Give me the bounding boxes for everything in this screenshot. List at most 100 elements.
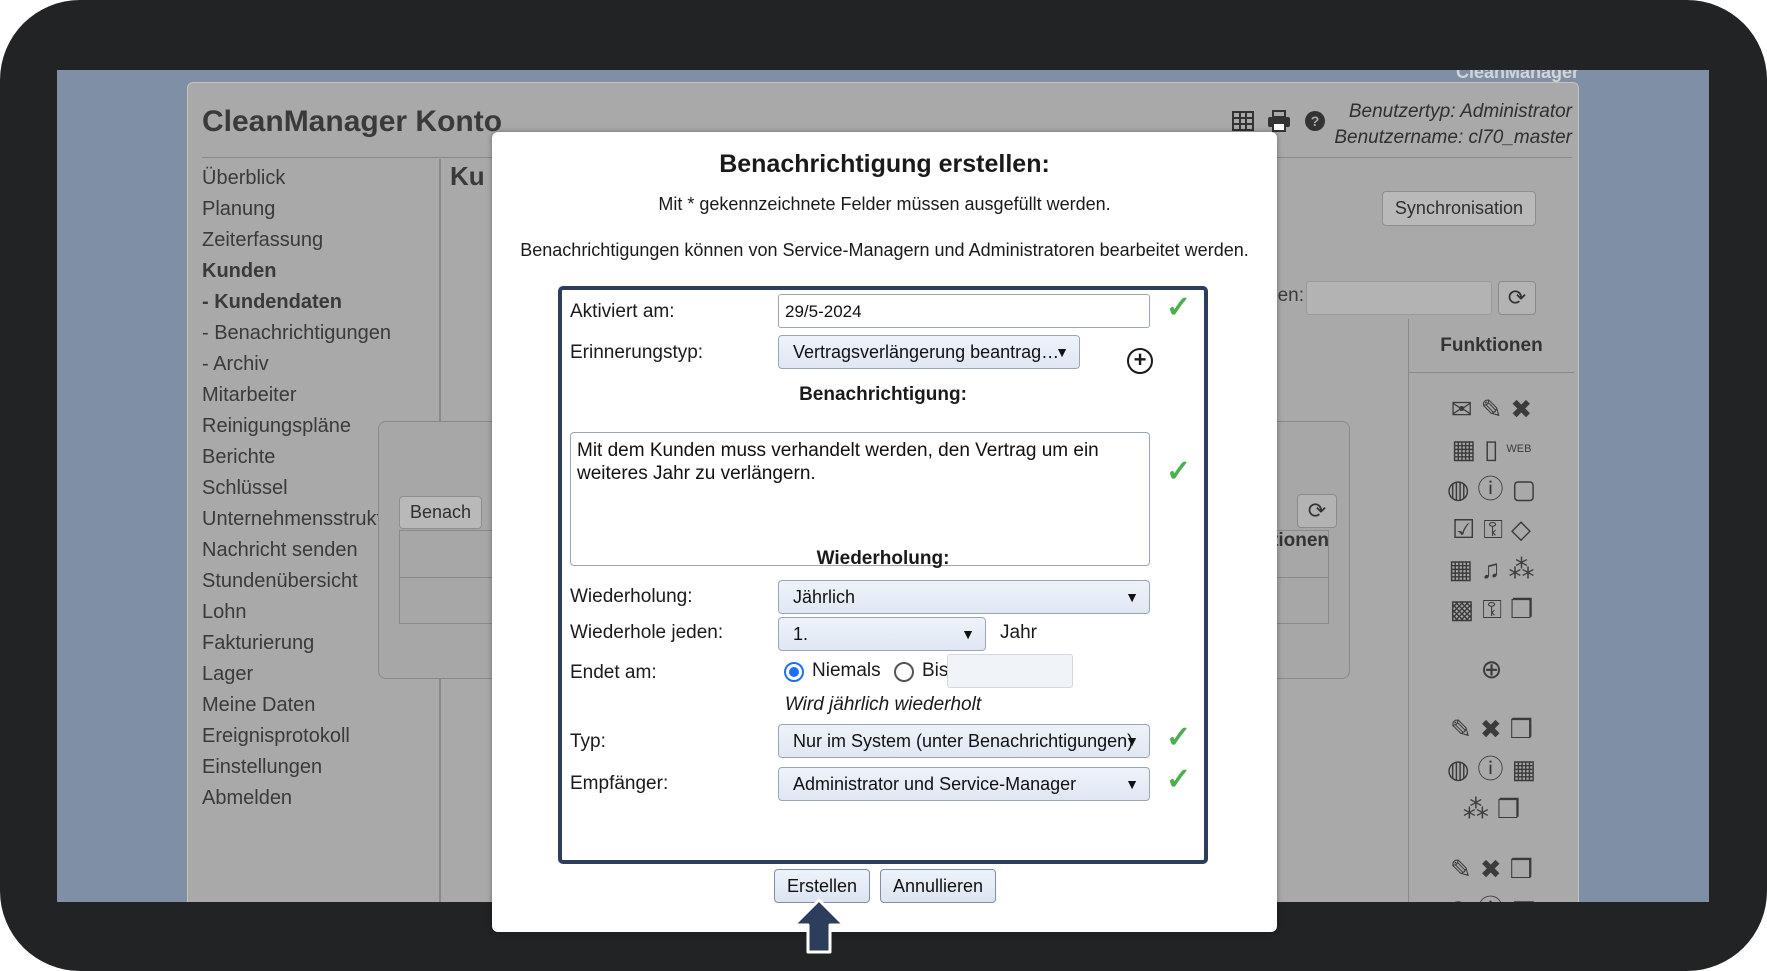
svg-text:?: ?: [1311, 113, 1320, 129]
ends-until-radio[interactable]: [894, 662, 914, 682]
activated-date-input[interactable]: 29/5-2024: [778, 294, 1150, 328]
dialog-title: Benachrichtigung erstellen:: [719, 150, 1050, 178]
clipboard-icon[interactable]: ☑: [1452, 509, 1475, 549]
edit-icon[interactable]: ✎: [1450, 849, 1472, 889]
nav-item[interactable]: - Kundendaten: [202, 287, 400, 318]
cancel-button[interactable]: Annullieren: [880, 869, 997, 903]
valid-check-icon: ✓: [1166, 291, 1192, 324]
function-icons-row: ✎ ✖ ❒: [1409, 849, 1574, 889]
nav-item[interactable]: Reinigungspläne: [202, 411, 400, 442]
section-title-partial: Ku: [450, 161, 485, 191]
map-icon[interactable]: ◇: [1511, 509, 1531, 549]
note-icon[interactable]: ▢: [1512, 469, 1537, 509]
repeat-label: Wiederholung:: [570, 586, 693, 607]
hierarchy-icon[interactable]: ⁂: [1463, 789, 1489, 829]
nav-item[interactable]: Fakturierung: [202, 628, 400, 659]
add-reminder-type-icon[interactable]: +: [1127, 348, 1153, 374]
notification-tab-partial[interactable]: Benach: [399, 496, 483, 529]
user-type: Benutzertyp: Administrator: [1348, 101, 1572, 122]
nav-item[interactable]: Einstellungen: [202, 752, 400, 783]
calendar-icon[interactable]: ▦: [1512, 749, 1537, 789]
delete-icon[interactable]: ✖: [1510, 389, 1532, 429]
nav-item[interactable]: Meine Daten: [202, 690, 400, 721]
info-icon[interactable]: ⓘ: [1478, 749, 1504, 789]
copy-icon[interactable]: ❐: [1497, 789, 1520, 829]
nav-item[interactable]: Mitarbeiter: [202, 380, 400, 411]
notification-textarea[interactable]: Mit dem Kunden muss verhandelt werden, d…: [570, 432, 1150, 566]
delete-icon[interactable]: ✖: [1480, 849, 1502, 889]
valid-check-icon: ✓: [1166, 455, 1192, 488]
function-icons-row: ✎ ✖ ❒: [1409, 709, 1574, 749]
pointer-arrow-icon: [792, 898, 846, 959]
type-value: Nur im System (unter Benachrichtigungen): [793, 731, 1134, 751]
globe-icon[interactable]: ◍: [1447, 749, 1470, 789]
nav-item[interactable]: - Archiv: [202, 349, 400, 380]
repeat-select[interactable]: Jährlich ▼: [778, 580, 1150, 614]
user-info: Benutzertyp: Administrator Benutzername:…: [1334, 99, 1572, 151]
nav-item[interactable]: Stundenübersicht: [202, 566, 400, 597]
notification-form: Aktiviert am: 29/5-2024 ✓ Erinnerungstyp…: [558, 286, 1208, 864]
dropdown-arrow-icon: ▼: [1055, 344, 1069, 360]
delete-icon[interactable]: ✖: [1480, 709, 1502, 749]
sync-button[interactable]: Synchronisation: [1381, 191, 1536, 226]
function-icons-row: ⁂ ❐: [1409, 789, 1574, 829]
end-date-input[interactable]: [947, 654, 1073, 688]
calendar-icon[interactable]: ▦: [1448, 549, 1473, 589]
print-icon[interactable]: [1266, 109, 1292, 133]
calendar-icon[interactable]: ▦: [1512, 889, 1537, 902]
info-icon[interactable]: ⓘ: [1478, 889, 1504, 902]
nav-item[interactable]: Berichte: [202, 442, 400, 473]
ends-never-radio[interactable]: [784, 662, 804, 682]
reminder-type-select[interactable]: Vertragsverlängerung beantrag… ▼: [778, 335, 1080, 369]
nav-item[interactable]: Zeiterfassung: [202, 225, 400, 256]
nav-item[interactable]: Lohn: [202, 597, 400, 628]
recipient-select[interactable]: Administrator und Service-Manager ▼: [778, 767, 1150, 801]
reminder-type-value: Vertragsverlängerung beantrag…: [793, 342, 1060, 362]
refresh-icon[interactable]: ⟳: [1297, 494, 1337, 528]
info-icon[interactable]: ⓘ: [1478, 469, 1504, 509]
type-select[interactable]: Nur im System (unter Benachrichtigungen)…: [778, 724, 1150, 758]
box-icon[interactable]: ❒: [1510, 709, 1533, 749]
help-icon[interactable]: ?: [1302, 109, 1328, 133]
repeat-section-title: Wiederholung:: [816, 548, 950, 569]
edit-icon[interactable]: ✎: [1450, 709, 1472, 749]
nav-item[interactable]: - Benachrichtigungen: [202, 318, 400, 349]
function-icons-row: ✉ ✎ ✖: [1409, 389, 1574, 429]
mail-icon[interactable]: ✉: [1451, 389, 1473, 429]
nav-item[interactable]: Lager: [202, 659, 400, 690]
web-icon[interactable]: WEB: [1506, 429, 1531, 469]
nav-item[interactable]: Abmelden: [202, 783, 400, 814]
nav-item[interactable]: Ereignisprotokoll: [202, 721, 400, 752]
add-icon[interactable]: ⊕: [1481, 649, 1503, 689]
nav-item[interactable]: Planung: [202, 194, 400, 225]
nav-item[interactable]: Kunden: [202, 256, 400, 287]
app-title: CleanManager Konto: [202, 105, 503, 138]
refresh-icon[interactable]: ⟳: [1498, 281, 1536, 315]
functions-header: Funktionen: [1408, 319, 1574, 373]
function-icons-row: ☑ ⚿ ◇: [1409, 509, 1574, 549]
box-icon[interactable]: ❒: [1510, 849, 1533, 889]
ends-label: Endet am:: [570, 662, 657, 683]
repeat-every-select[interactable]: 1. ▼: [778, 617, 986, 651]
edit-icon[interactable]: ✎: [1481, 389, 1503, 429]
recipient-label: Empfänger:: [570, 773, 669, 794]
filter-input[interactable]: [1306, 281, 1492, 315]
bell-icon[interactable]: ♫: [1481, 549, 1501, 589]
table-icon[interactable]: [1230, 109, 1256, 133]
globe-icon[interactable]: ◍: [1447, 889, 1470, 902]
door-icon[interactable]: ▯: [1484, 429, 1498, 469]
qr-icon[interactable]: ▩: [1450, 589, 1475, 629]
lock-icon[interactable]: ⚿: [1482, 589, 1502, 629]
nav-item[interactable]: Schlüssel: [202, 473, 400, 504]
grid-icon[interactable]: ▦: [1452, 429, 1477, 469]
globe-icon[interactable]: ◍: [1447, 469, 1470, 509]
copy-icon[interactable]: ❐: [1510, 589, 1533, 629]
hierarchy-icon[interactable]: ⁂: [1509, 549, 1535, 589]
nav-item[interactable]: Nachricht senden: [202, 535, 400, 566]
nav-item[interactable]: Überblick: [202, 163, 400, 194]
key-icon[interactable]: ⚿: [1483, 509, 1503, 549]
repeat-value: Jährlich: [793, 587, 856, 607]
notification-section-title: Benachrichtigung:: [799, 384, 967, 405]
nav-item[interactable]: Unternehmensstruktur: [202, 504, 400, 535]
edit-permission-note: Benachrichtigungen können von Service-Ma…: [520, 240, 1249, 260]
